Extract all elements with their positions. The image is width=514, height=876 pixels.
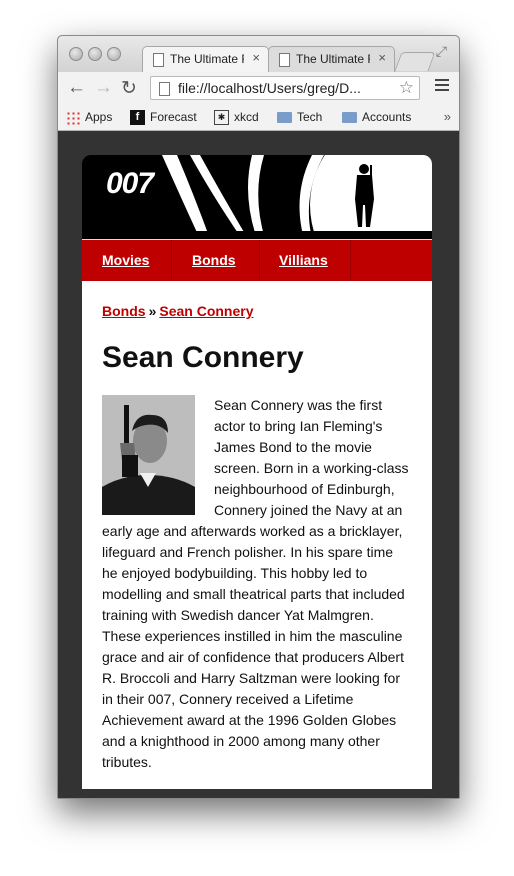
bookmark-star-icon[interactable]: ☆ — [399, 78, 414, 98]
folder-icon — [342, 112, 357, 124]
zoom-window-button[interactable] — [107, 47, 121, 61]
page-icon — [159, 82, 170, 96]
xkcd-icon: ✱ — [214, 110, 229, 126]
bookmarks-bar: Apps f Forecast ✱ xkcd Tech Accounts » — [58, 105, 459, 131]
nav-divider — [171, 240, 172, 281]
forecast-icon: f — [130, 110, 145, 126]
breadcrumb: Bonds» Sean Connery — [102, 303, 412, 319]
bookmark-xkcd[interactable]: ✱ xkcd — [214, 110, 259, 126]
address-bar[interactable]: file://localhost/Users/greg/D... ☆ — [150, 76, 420, 100]
tab-close-icon[interactable]: × — [252, 50, 260, 65]
fullscreen-icon[interactable]: ⤢ — [436, 43, 447, 60]
browser-toolbar: ← → ↻ file://localhost/Users/greg/D... ☆ — [58, 72, 459, 105]
portrait-photo — [102, 395, 195, 515]
site-container: 007 Movies Bonds Villians Bonds» Sean Con… — [82, 155, 432, 789]
tab-inactive[interactable]: The Ultimate R × — [268, 46, 395, 72]
nav-link-bonds[interactable]: Bonds — [192, 252, 236, 268]
breadcrumb-link-bonds[interactable]: Bonds — [102, 303, 146, 319]
page-icon — [153, 53, 164, 67]
tab-title: The Ultimate R — [170, 52, 244, 66]
connery-portrait-image — [102, 395, 195, 515]
masthead-banner: 007 — [82, 155, 432, 240]
main-nav: Movies Bonds Villians — [82, 240, 432, 281]
page-icon — [279, 53, 290, 67]
breadcrumb-link-current[interactable]: Sean Connery — [159, 303, 253, 319]
bookmark-forecast[interactable]: f Forecast — [130, 110, 197, 126]
folder-icon — [277, 112, 292, 124]
nav-divider — [350, 240, 351, 281]
breadcrumb-separator: » — [148, 303, 157, 319]
bookmark-label: Apps — [85, 110, 113, 124]
url-text[interactable]: file://localhost/Users/greg/D... — [178, 80, 398, 96]
title-bar: The Ultimate R × The Ultimate R × ⤢ — [58, 36, 459, 72]
forward-arrow-icon[interactable]: → — [94, 77, 113, 99]
bookmark-label: Accounts — [362, 110, 412, 124]
menu-icon[interactable] — [435, 79, 449, 94]
bookmark-label: Forecast — [150, 110, 197, 124]
main-content: Bonds» Sean Connery Sean Connery Sean Co… — [82, 281, 432, 789]
reload-icon[interactable]: ↻ — [121, 77, 137, 100]
007-logo[interactable]: 007 — [106, 167, 154, 201]
close-window-button[interactable] — [69, 47, 83, 61]
new-tab-button[interactable] — [394, 52, 436, 71]
bookmark-label: Tech — [297, 110, 323, 124]
browser-window: The Ultimate R × The Ultimate R × ⤢ ← → … — [57, 35, 460, 799]
apps-grid-icon — [66, 110, 80, 125]
bookmark-label: xkcd — [234, 110, 259, 124]
back-arrow-icon[interactable]: ← — [67, 77, 86, 99]
nav-link-villians[interactable]: Villians — [279, 252, 328, 268]
minimize-window-button[interactable] — [88, 47, 102, 61]
bookmark-folder-accounts[interactable]: Accounts — [342, 110, 411, 124]
tab-title: The Ultimate R — [296, 52, 370, 66]
bookmark-apps[interactable]: Apps — [66, 110, 112, 125]
bookmark-folder-tech[interactable]: Tech — [277, 110, 322, 124]
bio-text-block: Sean Connery was the first actor to brin… — [102, 395, 412, 773]
tab-active[interactable]: The Ultimate R × — [142, 46, 269, 72]
nav-divider — [259, 240, 260, 281]
bookmarks-overflow-icon[interactable]: » — [444, 109, 451, 124]
page-title: Sean Connery — [102, 341, 304, 374]
nav-link-movies[interactable]: Movies — [102, 252, 149, 268]
page-viewport: 007 Movies Bonds Villians Bonds» Sean Con… — [58, 131, 459, 798]
tab-close-icon[interactable]: × — [378, 50, 386, 65]
